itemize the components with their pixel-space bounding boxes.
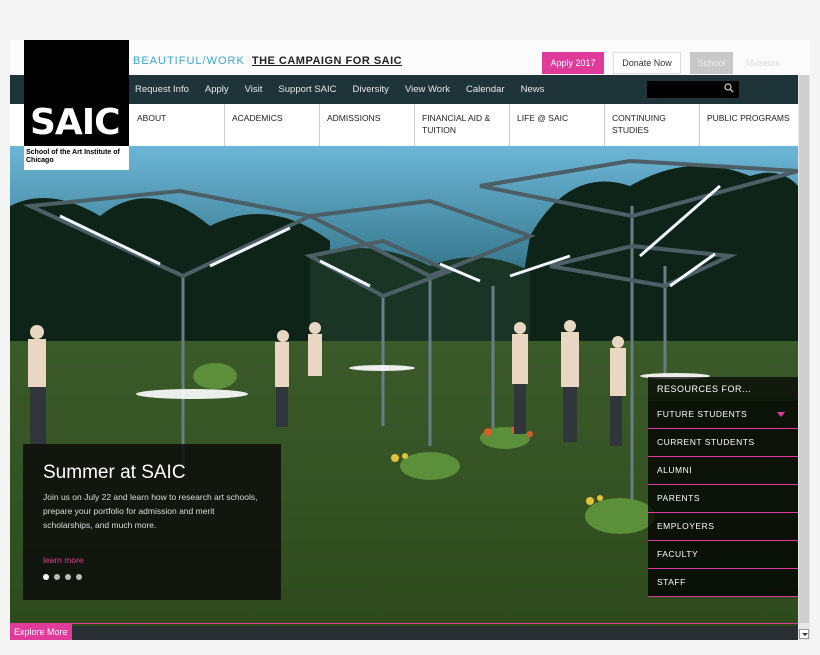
hero-body: Join us on July 22 and learn how to rese… [43, 492, 258, 530]
search-input[interactable] [647, 81, 739, 98]
util-link-news[interactable]: News [521, 84, 545, 95]
main-nav: About Academics Admissions Financial Aid… [130, 104, 798, 146]
nav-academics[interactable]: Academics [225, 104, 320, 146]
nav-admissions[interactable]: Admissions [320, 104, 415, 146]
resource-future-students[interactable]: FUTURE STUDENTS [648, 401, 798, 429]
util-link-diversity[interactable]: Diversity [353, 84, 389, 95]
resource-current-students[interactable]: CURRENT STUDENTS [648, 429, 798, 457]
slide-dot-2[interactable] [54, 574, 60, 580]
util-link-visit[interactable]: Visit [245, 84, 263, 95]
search-icon[interactable] [724, 83, 734, 93]
util-link-request-info[interactable]: Request Info [135, 84, 189, 95]
util-link-support[interactable]: Support SAIC [278, 84, 336, 95]
nav-financial-aid[interactable]: Financial Aid & Tuition [415, 104, 510, 146]
chevron-down-icon [777, 412, 785, 417]
resource-employers[interactable]: EMPLOYERS [648, 513, 798, 541]
scroll-down-arrow[interactable] [799, 629, 809, 639]
slide-dots [43, 574, 82, 580]
explore-bar: Explore More [10, 623, 798, 640]
resources-heading: RESOURCES FOR... [648, 377, 798, 401]
resource-parents[interactable]: PARENTS [648, 485, 798, 513]
museum-tab[interactable]: Museum [738, 52, 788, 74]
beautiful-work-logo: BEAUTIFUL/WORK [133, 55, 245, 67]
nav-about[interactable]: About [130, 104, 225, 146]
explore-more-button[interactable]: Explore More [10, 624, 72, 640]
logo-mark: SAIC [30, 102, 121, 143]
nav-public-programs[interactable]: Public Programs [700, 104, 795, 146]
resource-label: FUTURE STUDENTS [657, 409, 748, 419]
saic-logo[interactable]: SAIC School of the Art Institute of Chic… [24, 40, 129, 170]
util-link-apply[interactable]: Apply [205, 84, 229, 95]
resources-menu: RESOURCES FOR... FUTURE STUDENTS CURRENT… [648, 377, 798, 597]
hero-caption: Summer at SAIC Join us on July 22 and le… [23, 444, 281, 600]
resource-staff[interactable]: STAFF [648, 569, 798, 597]
logo-subtitle: School of the Art Institute of Chicago [24, 146, 129, 170]
campaign-bar: BEAUTIFUL/WORK THE CAMPAIGN FOR SAIC App… [10, 40, 810, 75]
learn-more-link[interactable]: learn more [43, 555, 84, 565]
resource-alumni[interactable]: ALUMNI [648, 457, 798, 485]
nav-life-at-saic[interactable]: Life @ SAIC [510, 104, 605, 146]
campaign-link[interactable]: BEAUTIFUL/WORK THE CAMPAIGN FOR SAIC [133, 55, 402, 67]
hero-slideshow: Summer at SAIC Join us on July 22 and le… [10, 146, 798, 640]
nav-continuing-studies[interactable]: Continuing Studies [605, 104, 700, 146]
slide-dot-3[interactable] [65, 574, 71, 580]
slide-dot-4[interactable] [76, 574, 82, 580]
slide-dot-1[interactable] [43, 574, 49, 580]
scrollbar[interactable] [798, 75, 810, 640]
scrollbar-thumb[interactable] [799, 75, 809, 623]
hero-title: Summer at SAIC [43, 462, 186, 483]
school-tab[interactable]: School [690, 52, 733, 74]
resource-faculty[interactable]: FACULTY [648, 541, 798, 569]
campaign-text: THE CAMPAIGN FOR SAIC [251, 55, 403, 67]
donate-button[interactable]: Donate Now [613, 52, 681, 74]
browser-page: BEAUTIFUL/WORK THE CAMPAIGN FOR SAIC App… [10, 40, 810, 640]
apply-button[interactable]: Apply 2017 [542, 52, 604, 74]
util-link-calendar[interactable]: Calendar [466, 84, 505, 95]
util-link-view-work[interactable]: View Work [405, 84, 450, 95]
